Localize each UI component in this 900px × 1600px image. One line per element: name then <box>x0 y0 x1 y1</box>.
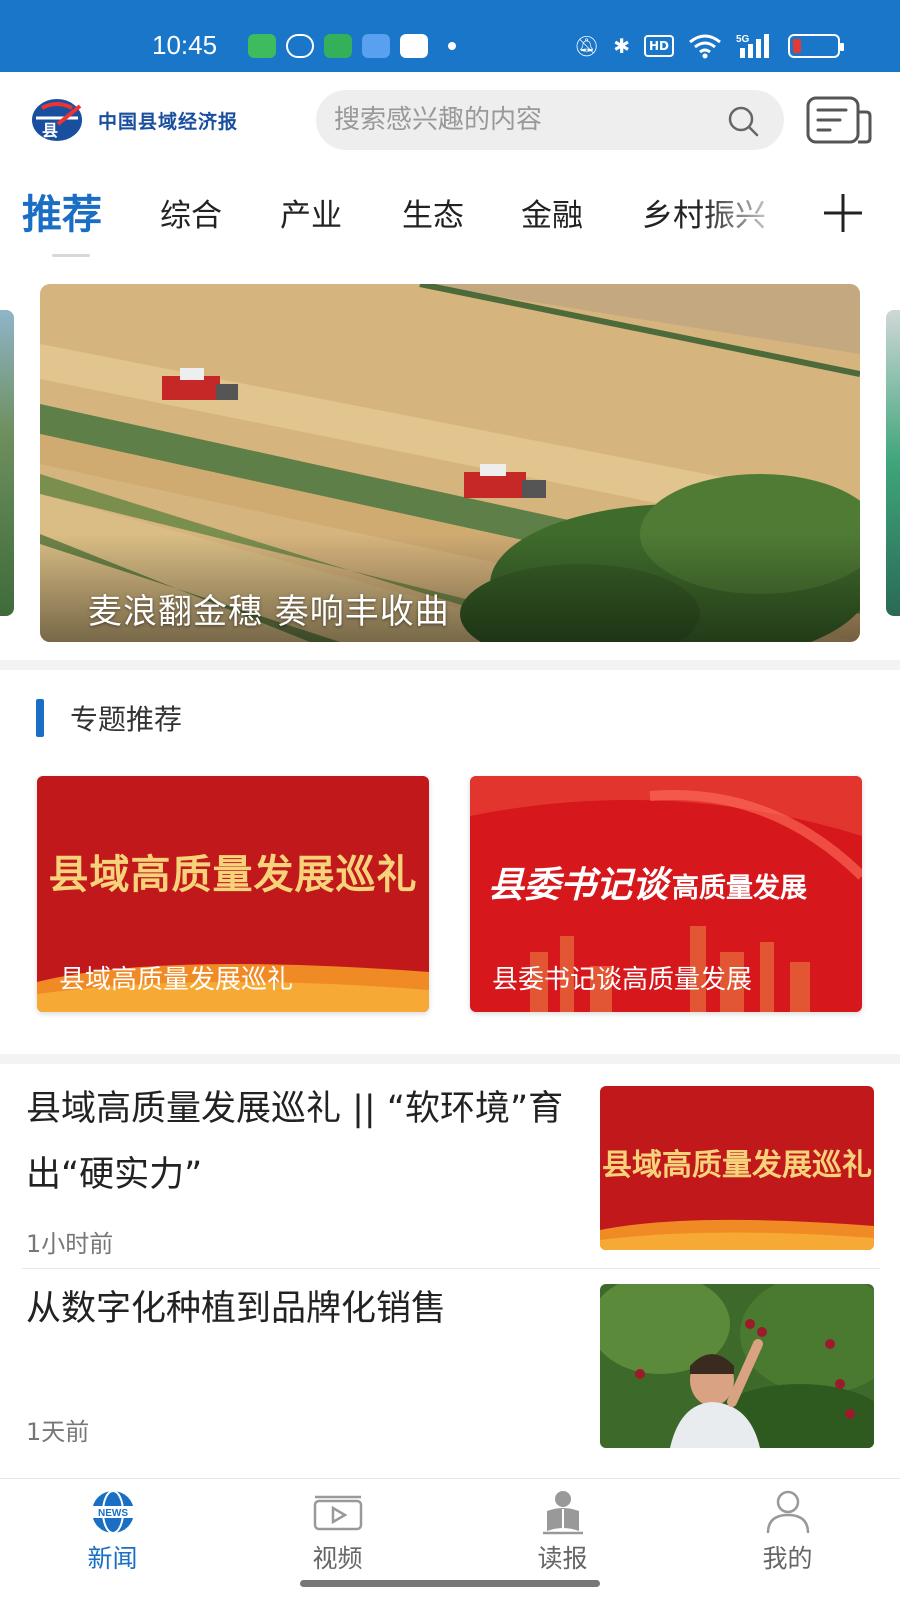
video-icon <box>313 1495 363 1531</box>
network-type: 5G <box>736 34 750 45</box>
carousel-next-slide[interactable] <box>886 310 900 616</box>
channel-tabs: 推荐 综合 产业 生态 金融 乡村振兴 <box>0 170 900 262</box>
tab-fade <box>700 180 790 240</box>
wifi-icon <box>689 34 721 59</box>
topic-art: 县委书记谈 高质量发展 <box>488 856 807 908</box>
carousel-prev-slide[interactable] <box>0 310 14 616</box>
nav-label: 新闻 <box>87 1544 138 1573</box>
news-item[interactable]: 县域高质量发展巡礼 || “软环境”育出“硬实力” 1小时前 县域高质量发展巡礼 <box>0 1076 900 1258</box>
app-notification-icon <box>362 34 390 58</box>
nav-label: 我的 <box>762 1544 813 1573</box>
hd-icon: HD <box>643 35 674 57</box>
topic-label: 县域高质量发展巡礼 <box>59 965 294 995</box>
active-tab-indicator <box>52 254 90 257</box>
profile-icon <box>766 1490 810 1534</box>
home-indicator[interactable] <box>300 1580 600 1587</box>
status-time: 10:45 <box>152 30 218 60</box>
section-accent-bar <box>36 699 44 737</box>
read-paper-icon <box>543 1491 583 1535</box>
list-divider <box>22 1268 880 1269</box>
tab-industry[interactable]: 产业 <box>280 190 342 235</box>
battery-icon <box>788 34 844 58</box>
nav-profile[interactable]: 我的 <box>675 1479 900 1579</box>
search-box[interactable] <box>316 90 784 150</box>
news-thumbnail: 县域高质量发展巡礼 <box>600 1086 874 1250</box>
topics-title: 专题推荐 <box>70 703 183 736</box>
bluetooth-icon: ✱ <box>613 34 630 58</box>
search-icon[interactable] <box>726 104 760 138</box>
nav-video[interactable]: 视频 <box>225 1479 450 1579</box>
section-divider <box>0 660 900 670</box>
tab-general[interactable]: 综合 <box>160 190 222 235</box>
tab-finance[interactable]: 金融 <box>521 190 583 235</box>
nav-label: 读报 <box>537 1544 588 1573</box>
topic-card[interactable]: 县域高质量发展巡礼 县域高质量发展巡礼 <box>37 776 429 1012</box>
app-notification-icon <box>248 34 276 58</box>
news-time: 1天前 <box>26 1418 90 1446</box>
news-time: 1小时前 <box>26 1230 114 1258</box>
banner-slide[interactable]: 麦浪翻金穗 奏响丰收曲 <box>40 284 860 642</box>
topic-card[interactable]: 县委书记谈 高质量发展 县委书记谈高质量发展 <box>470 776 862 1012</box>
epaper-icon[interactable] <box>806 94 872 146</box>
topics-header: 专题推荐 <box>36 698 182 738</box>
svg-text:县: 县 <box>42 121 58 140</box>
status-bar: 10:45 🔕︎ ✱ HD 5G <box>0 0 900 72</box>
add-channel-icon[interactable] <box>820 190 866 236</box>
more-notifications-icon <box>448 42 456 50</box>
nav-label: 视频 <box>312 1544 363 1573</box>
app-notification-icon <box>324 34 352 58</box>
logo-text: 中国县域经济报 <box>98 110 239 133</box>
topic-art-text: 县域高质量发展巡礼 <box>48 851 418 898</box>
section-divider <box>0 1054 900 1064</box>
app-notification-icon <box>400 34 428 58</box>
news-thumbnail <box>600 1284 874 1448</box>
tab-recommend[interactable]: 推荐 <box>22 182 102 240</box>
logo-mark-icon: 县 <box>30 97 84 143</box>
thumb-wave-decoration <box>600 1219 874 1250</box>
news-title: 从数字化种植到品牌化销售 <box>26 1289 447 1329</box>
tab-ecology[interactable]: 生态 <box>402 190 464 235</box>
thumbnail-art-text: 县域高质量发展巡礼 <box>602 1148 872 1183</box>
nav-news[interactable]: NEWS 新闻 <box>0 1479 225 1579</box>
thumbnail-image <box>600 1284 874 1448</box>
svg-text:NEWS: NEWS <box>98 1508 128 1519</box>
app-logo: 县 中国县域经济报 <box>28 96 238 144</box>
news-globe-icon: NEWS <box>90 1490 136 1534</box>
topic-label: 县委书记谈高质量发展 <box>492 965 753 995</box>
app-header: 县 中国县域经济报 <box>0 72 900 170</box>
mute-icon: 🔕︎ <box>573 34 600 58</box>
wechat-icon <box>286 34 314 58</box>
notification-icons <box>248 34 456 58</box>
nav-read-paper[interactable]: 读报 <box>450 1479 675 1579</box>
news-title: 县域高质量发展巡礼 || “软环境”育出“硬实力” <box>26 1089 564 1195</box>
search-input[interactable] <box>334 90 714 150</box>
banner-title: 麦浪翻金穗 奏响丰收曲 <box>88 592 450 632</box>
news-item[interactable]: 从数字化种植到品牌化销售 1天前 <box>0 1276 900 1456</box>
topic-art-big: 县委书记谈 <box>488 864 669 906</box>
topic-art-small: 高质量发展 <box>672 873 808 904</box>
signal-icon: 5G <box>736 34 769 58</box>
system-icons: 🔕︎ ✱ HD 5G <box>573 32 844 60</box>
